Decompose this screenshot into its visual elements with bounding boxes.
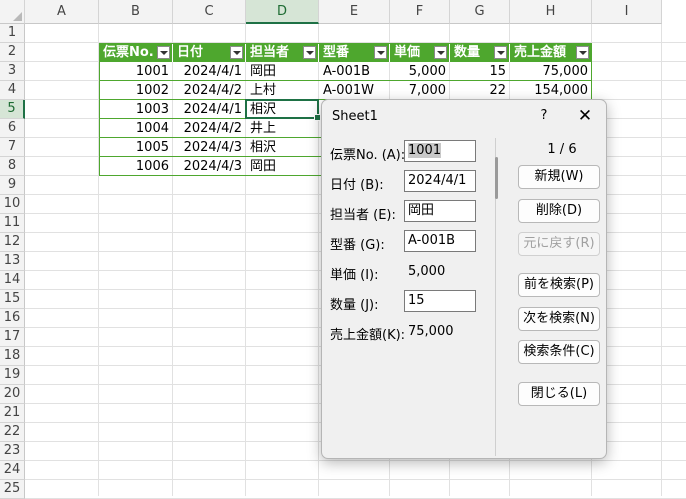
filter-dropdown-icon[interactable] [374,46,387,59]
row-header-6[interactable]: 6 [0,119,25,138]
column-header-h[interactable]: H [510,0,592,24]
row-header-4[interactable]: 4 [0,81,25,100]
help-icon[interactable]: ? [533,106,555,126]
table-cell[interactable]: 15 [450,62,510,81]
table-cell[interactable]: 岡田 [246,157,319,176]
row-header-24[interactable]: 24 [0,461,25,480]
row-header-5[interactable]: 5 [0,100,25,119]
row-header-23[interactable]: 23 [0,442,25,461]
model-input[interactable]: A-001B [404,230,476,252]
table-cell[interactable]: 岡田 [246,62,319,81]
table-cell[interactable]: 1004 [99,119,173,138]
table-cell[interactable]: 22 [450,81,510,100]
table-cell[interactable]: 2024/4/1 [173,62,246,81]
row-header-25[interactable]: 25 [0,480,25,499]
table-cell[interactable]: 75,000 [510,62,592,81]
table-cell[interactable]: 2024/4/2 [173,81,246,100]
select-all-corner[interactable] [0,0,25,24]
dialog-title: Sheet1 [332,109,378,124]
close-icon[interactable]: ✕ [574,106,596,126]
grid-line [25,479,686,480]
column-header-g[interactable]: G [450,0,510,24]
sales-amount-value: 75,000 [408,324,454,339]
column-header-a[interactable]: A [25,0,99,24]
new-button[interactable]: 新規(W) [518,165,600,189]
table-cell[interactable]: 7,000 [390,81,450,100]
active-cell-indicator [245,99,321,121]
filter-dropdown-icon[interactable] [494,46,507,59]
row-header-18[interactable]: 18 [0,347,25,366]
table-cell[interactable]: 2024/4/3 [173,157,246,176]
unit-price-value: 5,000 [408,264,446,279]
column-header-f[interactable]: F [390,0,450,24]
table-cell[interactable]: 1002 [99,81,173,100]
row-header-13[interactable]: 13 [0,252,25,271]
row-header-14[interactable]: 14 [0,271,25,290]
grid-line [661,24,662,496]
table-cell[interactable]: 1001 [99,62,173,81]
table-cell[interactable]: 相沢 [246,138,319,157]
column-header-d[interactable]: D [246,0,319,24]
row-header-10[interactable]: 10 [0,195,25,214]
row-header-9[interactable]: 9 [0,176,25,195]
row-header-8[interactable]: 8 [0,157,25,176]
row-header-7[interactable]: 7 [0,138,25,157]
column-header-b[interactable]: B [99,0,173,24]
row-header-22[interactable]: 22 [0,423,25,442]
data-form-dialog: Sheet1 ? ✕ 伝票No. (A): 1001 日付 (B): 2024/… [321,99,607,459]
row-header-15[interactable]: 15 [0,290,25,309]
table-cell[interactable]: 1003 [99,100,173,119]
table-cell[interactable]: A-001W [319,81,390,100]
filter-dropdown-icon[interactable] [576,46,589,59]
filter-dropdown-icon[interactable] [230,46,243,59]
field-label-model: 型番 (G): [330,238,385,253]
close-button[interactable]: 閉じる(L) [518,382,600,406]
row-header-20[interactable]: 20 [0,385,25,404]
date-input[interactable]: 2024/4/1 [404,170,476,192]
field-label-date: 日付 (B): [330,178,384,193]
column-header-e[interactable]: E [319,0,390,24]
filter-dropdown-icon[interactable] [434,46,447,59]
row-header-21[interactable]: 21 [0,404,25,423]
row-header-1[interactable]: 1 [0,24,25,43]
table-cell[interactable]: 5,000 [390,62,450,81]
row-header-11[interactable]: 11 [0,214,25,233]
table-cell[interactable]: 1006 [99,157,173,176]
grid-line [25,460,686,461]
record-scrollbar-thumb[interactable] [495,157,498,199]
column-header-i[interactable]: I [592,0,662,24]
table-cell[interactable]: 上村 [246,81,319,100]
filter-dropdown-icon[interactable] [303,46,316,59]
slip-no-input[interactable]: 1001 [404,140,476,162]
slip-no-value: 1001 [408,143,442,158]
find-prev-button[interactable]: 前を検索(P) [518,273,600,297]
staff-input[interactable]: 岡田 [404,200,476,222]
table-cell[interactable]: 2024/4/1 [173,100,246,119]
find-next-button[interactable]: 次を検索(N) [518,307,600,331]
table-cell[interactable]: 1005 [99,138,173,157]
restore-button[interactable]: 元に戻す(R) [518,232,600,256]
row-header-17[interactable]: 17 [0,328,25,347]
row-header-2[interactable]: 2 [0,43,25,62]
field-label-slip-no: 伝票No. (A): [330,148,406,163]
row-header-16[interactable]: 16 [0,309,25,328]
table-cell[interactable]: 井上 [246,119,319,138]
record-counter: 1 / 6 [547,142,577,157]
table-cell[interactable]: 154,000 [510,81,592,100]
field-label-quantity: 数量 (J): [330,298,379,313]
table-cell[interactable]: 2024/4/3 [173,138,246,157]
row-header-19[interactable]: 19 [0,366,25,385]
row-header-3[interactable]: 3 [0,62,25,81]
table-cell[interactable]: A-001B [319,62,390,81]
filter-dropdown-icon[interactable] [157,46,170,59]
table-cell[interactable]: 2024/4/2 [173,119,246,138]
delete-button[interactable]: 削除(D) [518,199,600,223]
field-label-sales-amount: 売上金額(K): [330,328,406,343]
row-header-12[interactable]: 12 [0,233,25,252]
column-header-c[interactable]: C [173,0,246,24]
field-label-unit-price: 単価 (I): [330,268,379,283]
quantity-input[interactable]: 15 [404,290,476,312]
criteria-button[interactable]: 検索条件(C) [518,340,600,364]
field-label-staff: 担当者 (E): [330,208,396,223]
